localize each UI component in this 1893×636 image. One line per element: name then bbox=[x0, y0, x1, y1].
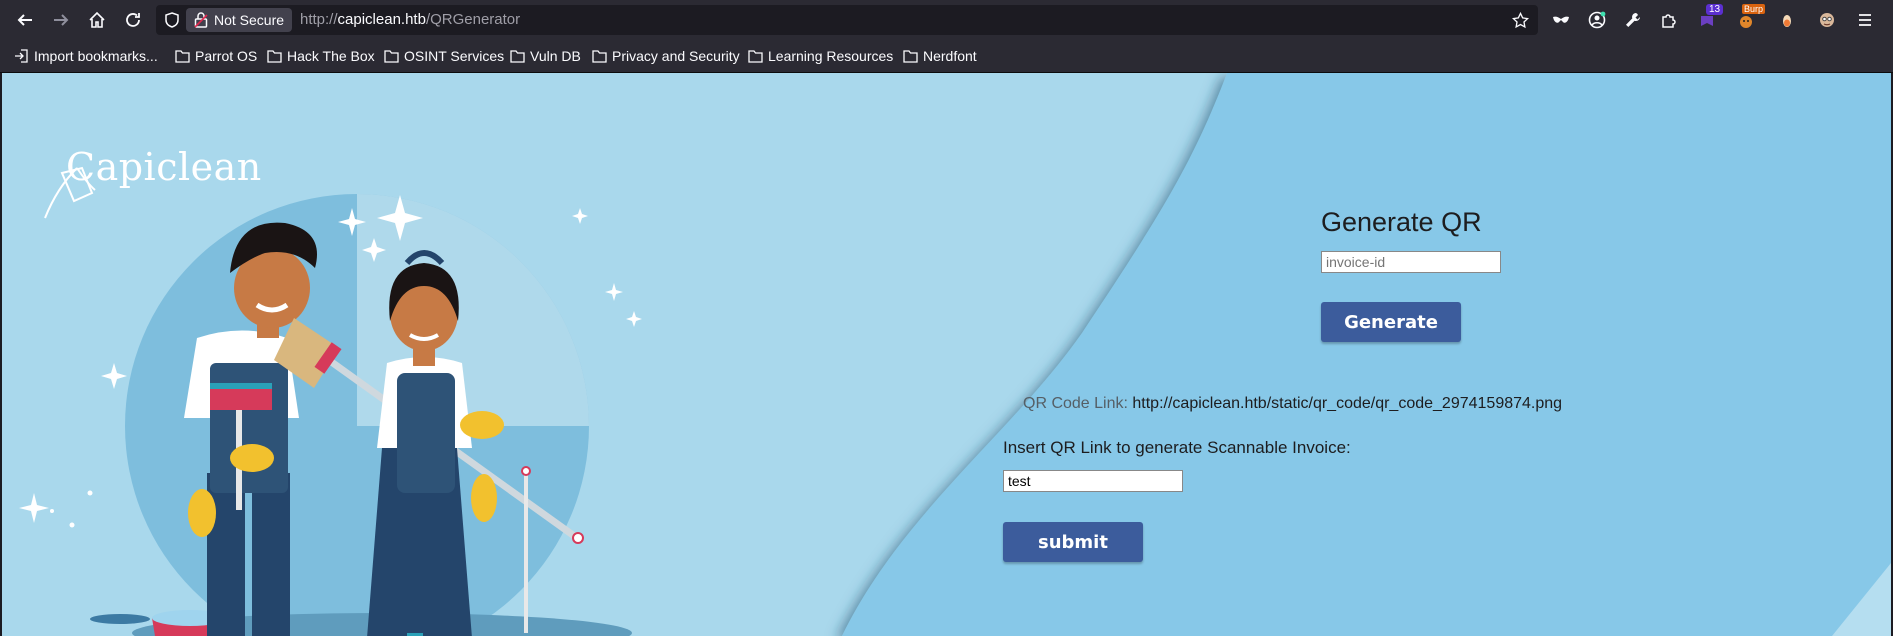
mask-icon bbox=[1553, 16, 1569, 23]
bookmark-import[interactable]: Import bookmarks... bbox=[14, 40, 158, 72]
back-button[interactable] bbox=[12, 7, 38, 33]
page-content: Capiclean Generate QR Generate QR Code L… bbox=[2, 73, 1891, 636]
insert-qr-link-label: Insert QR Link to generate Scannable Inv… bbox=[1003, 438, 1351, 457]
burp-extension-button[interactable]: Burp bbox=[1733, 4, 1766, 33]
extension-face-button[interactable] bbox=[1814, 7, 1840, 33]
qr-code-link-row: QR Code Link: http://capiclean.htb/stati… bbox=[1023, 395, 1562, 413]
home-icon bbox=[89, 11, 105, 28]
not-secure-badge[interactable]: Not Secure bbox=[186, 8, 293, 32]
not-secure-label: Not Secure bbox=[214, 12, 285, 28]
url-host: capiclean.htb bbox=[337, 11, 426, 28]
import-icon bbox=[15, 49, 28, 63]
bookmark-label: Vuln DB bbox=[530, 48, 581, 64]
url-scheme: http:// bbox=[300, 11, 338, 28]
bookmark-label: Nerdfont bbox=[923, 48, 977, 64]
shield-icon[interactable] bbox=[164, 12, 180, 28]
site-logo[interactable]: Capiclean bbox=[66, 145, 262, 189]
extension-count-badge: 13 bbox=[1706, 4, 1724, 15]
bookmark-folder-hack-the-box[interactable]: Hack The Box bbox=[267, 40, 375, 72]
bookmark-folder-nerdfont[interactable]: Nerdfont bbox=[903, 40, 977, 72]
submit-button[interactable]: submit bbox=[1003, 522, 1143, 562]
generate-qr-heading: Generate QR bbox=[1321, 207, 1482, 237]
folder-icon bbox=[384, 50, 399, 63]
reload-icon bbox=[126, 13, 140, 27]
extensions-button[interactable] bbox=[1656, 7, 1682, 33]
generate-button[interactable]: Generate bbox=[1321, 302, 1461, 342]
bookmarks-bar: Import bookmarks... Parrot OS Hack The B… bbox=[0, 40, 1893, 73]
folder-icon bbox=[510, 50, 525, 63]
bookmark-label: Parrot OS bbox=[195, 48, 258, 64]
app-menu-button[interactable] bbox=[1852, 7, 1878, 33]
bookmark-folder-vuln-db[interactable]: Vuln DB bbox=[510, 40, 581, 72]
wrench-icon bbox=[1626, 13, 1640, 27]
extension-purple-button[interactable]: 13 bbox=[1694, 4, 1724, 33]
private-mask-button[interactable] bbox=[1548, 7, 1574, 33]
bookmark-label: Hack The Box bbox=[287, 48, 375, 64]
forward-button[interactable] bbox=[48, 7, 74, 33]
hamburger-menu-icon bbox=[1859, 14, 1871, 26]
folder-icon bbox=[748, 50, 763, 63]
egg-icon bbox=[1783, 15, 1791, 27]
bookmark-folder-learning-resources[interactable]: Learning Resources bbox=[748, 40, 893, 72]
face-icon bbox=[1820, 13, 1834, 27]
background-illustration bbox=[19, 73, 1891, 636]
account-icon bbox=[1588, 11, 1606, 29]
bookmark-folder-osint-services[interactable]: OSINT Services bbox=[384, 40, 504, 72]
tools-button[interactable] bbox=[1620, 7, 1646, 33]
invoice-id-input[interactable] bbox=[1321, 251, 1501, 273]
arrow-right-icon bbox=[54, 14, 69, 26]
folder-icon bbox=[903, 50, 918, 63]
qr-link-input[interactable] bbox=[1003, 470, 1183, 492]
bookmark-label: Privacy and Security bbox=[612, 48, 740, 64]
bookmark-folder-privacy-and-security[interactable]: Privacy and Security bbox=[592, 40, 740, 72]
folder-icon bbox=[592, 50, 607, 63]
home-button[interactable] bbox=[84, 7, 110, 33]
qr-code-link-value[interactable]: http://capiclean.htb/static/qr_code/qr_c… bbox=[1132, 395, 1562, 412]
browser-toolbar: Not Secure http://capiclean.htb/QRGenera… bbox=[0, 0, 1893, 40]
bookmark-label: Import bookmarks... bbox=[34, 48, 158, 64]
broken-lock-icon bbox=[194, 12, 208, 28]
url-bar[interactable]: Not Secure http://capiclean.htb/QRGenera… bbox=[156, 5, 1538, 35]
arrow-left-icon bbox=[17, 14, 32, 26]
extension-orange-button[interactable] bbox=[1774, 7, 1800, 33]
bookmark-folder-parrot-os[interactable]: Parrot OS bbox=[175, 40, 257, 72]
account-button[interactable] bbox=[1584, 7, 1610, 33]
url-text[interactable]: http://capiclean.htb/QRGenerator bbox=[300, 5, 520, 35]
burp-badge: Burp bbox=[1742, 4, 1766, 14]
url-path: /QRGenerator bbox=[425, 11, 521, 28]
bookmark-star-icon[interactable] bbox=[1512, 12, 1529, 29]
folder-icon bbox=[175, 50, 190, 63]
reload-button[interactable] bbox=[120, 7, 146, 33]
qr-code-link-label: QR Code Link: bbox=[1023, 395, 1128, 412]
folder-icon bbox=[267, 50, 282, 63]
puzzle-icon bbox=[1662, 14, 1676, 28]
bookmark-label: OSINT Services bbox=[404, 48, 505, 64]
bookmark-label: Learning Resources bbox=[768, 48, 894, 64]
